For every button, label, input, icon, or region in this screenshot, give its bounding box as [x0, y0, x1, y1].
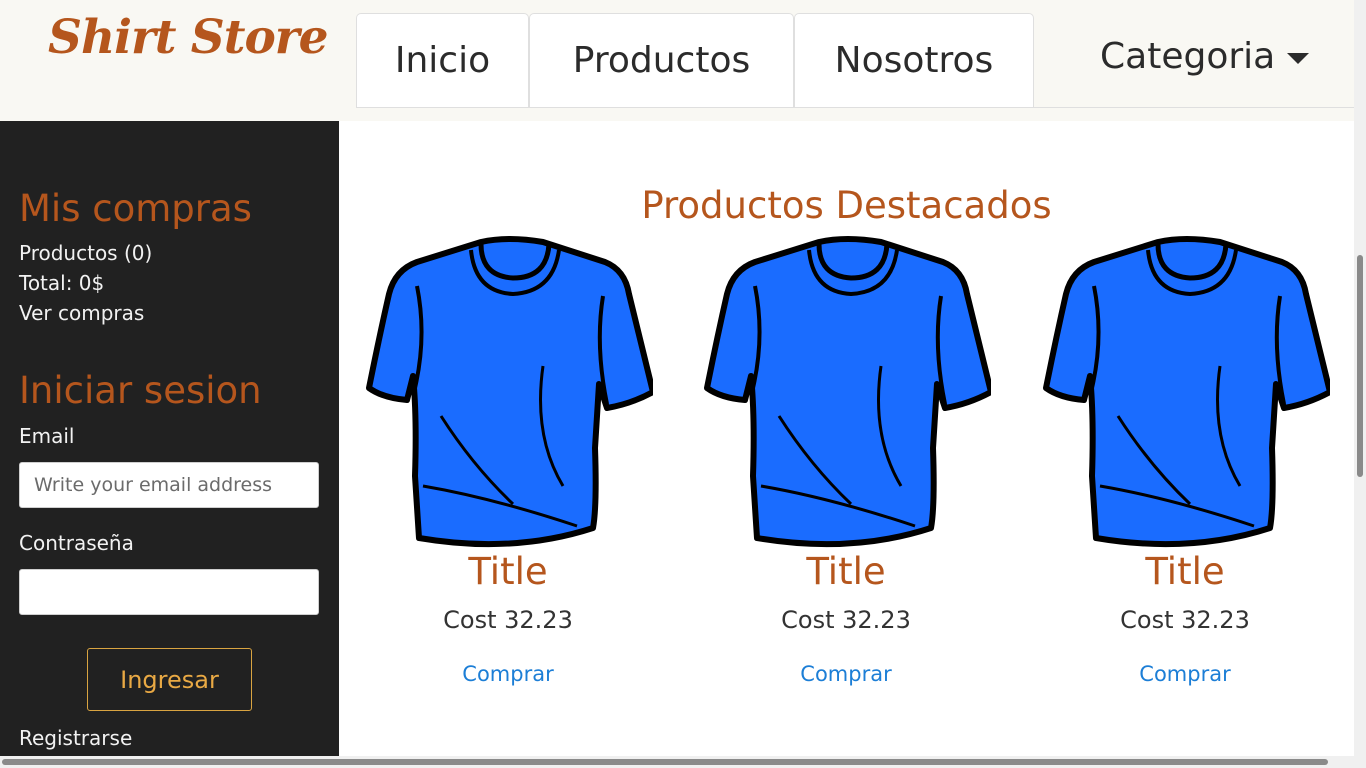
product-card: Title Cost 32.23 Comprar	[696, 236, 996, 706]
nav-divider	[356, 107, 1354, 108]
product-title: Title	[806, 550, 886, 593]
sidebar: Mis compras Productos (0) Total: 0$ Ver …	[0, 121, 339, 768]
site-header: Shirt Store Inicio Productos Nosotros Ca…	[0, 0, 1354, 121]
login-button[interactable]: Ingresar	[87, 648, 252, 711]
password-field[interactable]	[19, 569, 319, 615]
brand-logo[interactable]: Shirt Store	[48, 10, 328, 65]
nav-tab-label: Nosotros	[834, 40, 994, 81]
nav-tab-nosotros[interactable]: Nosotros	[794, 13, 1034, 107]
products-count: Productos (0)	[19, 241, 153, 265]
buy-link[interactable]: Comprar	[696, 662, 996, 686]
cart-total: Total: 0$	[19, 271, 105, 295]
tshirt-image[interactable]	[1040, 236, 1330, 548]
nav-tab-label: Productos	[572, 40, 751, 81]
vertical-scroll-thumb[interactable]	[1357, 255, 1363, 477]
nav-tab-label: Inicio	[394, 40, 491, 81]
product-cost: Cost 32.23	[443, 606, 573, 634]
tshirt-image[interactable]	[701, 236, 991, 548]
product-title: Title	[1145, 550, 1225, 593]
product-card: Title Cost 32.23 Comprar	[358, 236, 658, 706]
caret-down-icon	[1287, 53, 1310, 64]
nav-tab-inicio[interactable]: Inicio	[356, 13, 529, 107]
password-label: Contraseña	[19, 531, 134, 555]
product-cost: Cost 32.23	[781, 606, 911, 634]
email-field[interactable]	[19, 462, 319, 508]
buy-link[interactable]: Comprar	[358, 662, 658, 686]
tshirt-image[interactable]	[363, 236, 653, 548]
view-purchases-link[interactable]: Ver compras	[19, 301, 144, 325]
product-card: Title Cost 32.23 Comprar	[1035, 236, 1335, 706]
email-label: Email	[19, 424, 75, 448]
nav-dropdown-label: Categoria	[1100, 36, 1276, 77]
register-link[interactable]: Registrarse	[19, 726, 132, 750]
featured-heading: Productos Destacados	[641, 184, 1052, 227]
nav-dropdown-categoria[interactable]: Categoria	[1100, 36, 1310, 77]
nav-tab-productos[interactable]: Productos	[529, 13, 794, 107]
buy-link[interactable]: Comprar	[1035, 662, 1335, 686]
product-cost: Cost 32.23	[1120, 606, 1250, 634]
purchases-heading: Mis compras	[19, 187, 252, 230]
login-heading: Iniciar sesion	[19, 369, 262, 412]
product-title: Title	[468, 550, 548, 593]
horizontal-scroll-thumb[interactable]	[2, 759, 1328, 765]
